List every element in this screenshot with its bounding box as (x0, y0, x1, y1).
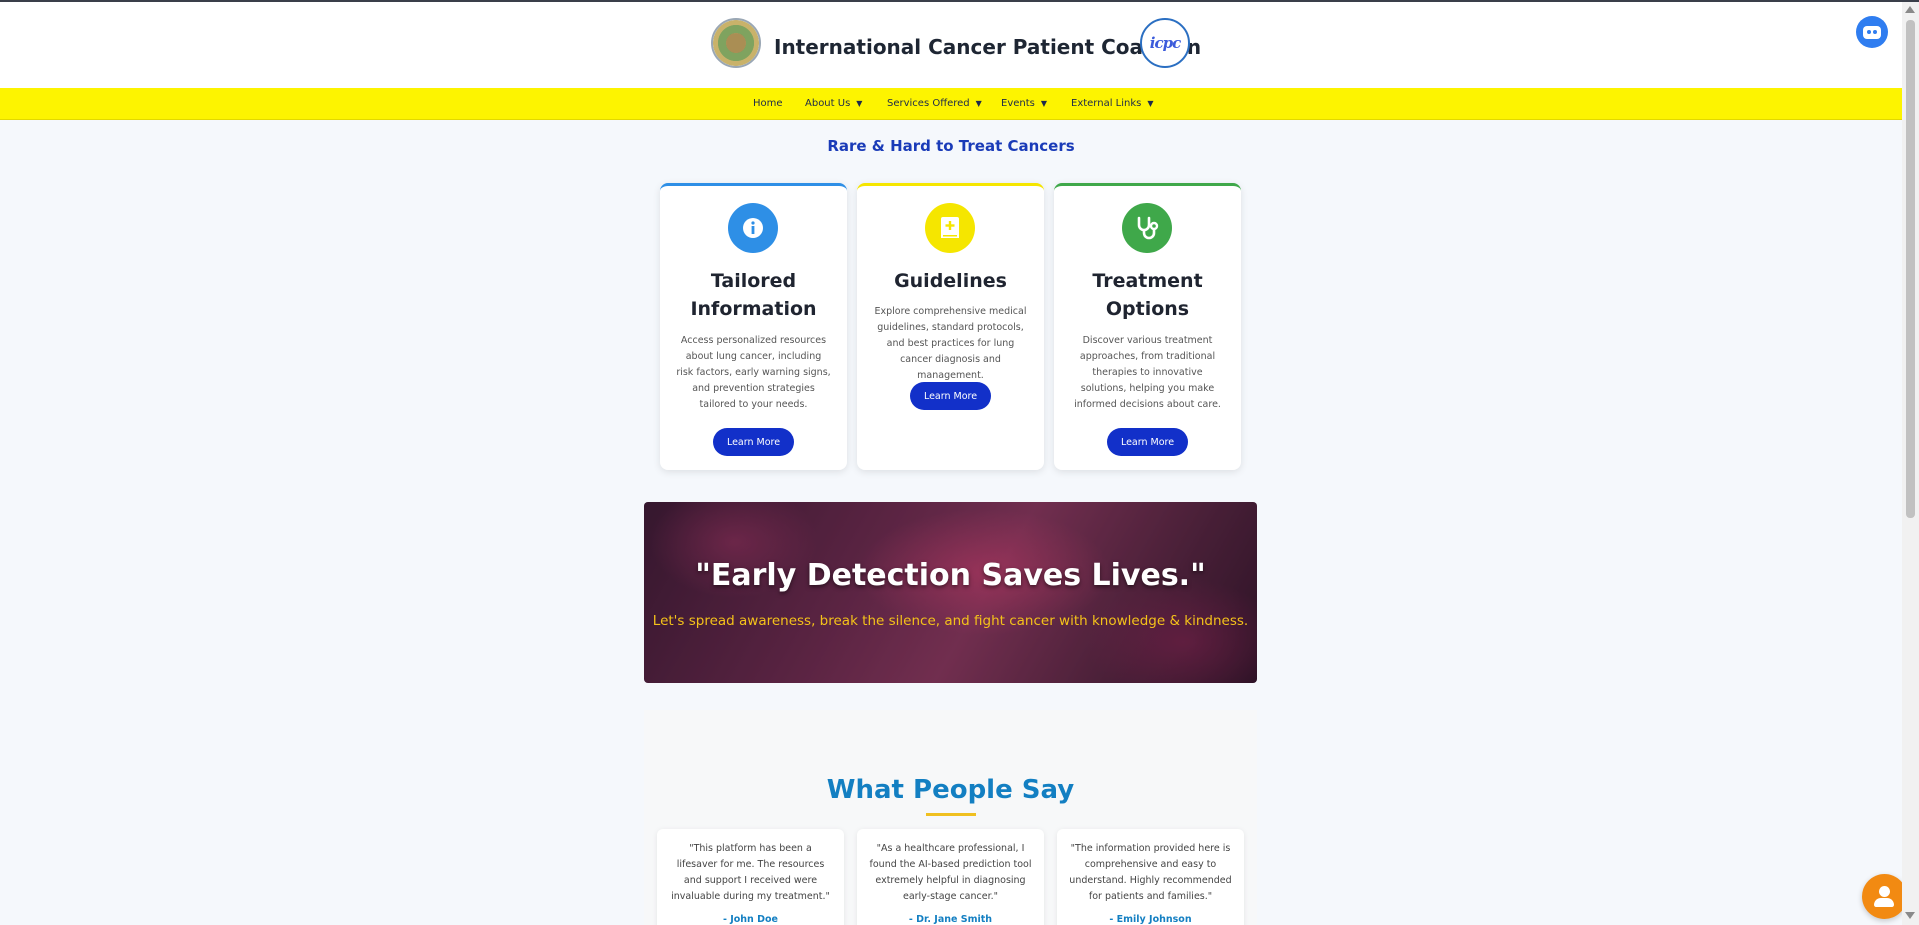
main-navigation: Home About Us ▼ Services Offered ▼ Events ▼… (0, 88, 1902, 120)
testimonial-author: - Emily Johnson (1109, 914, 1192, 925)
chatbot-button[interactable] (1856, 16, 1888, 48)
info-icon (728, 203, 778, 253)
title-underline (926, 813, 976, 816)
icpc-logo[interactable]: icpc (1140, 18, 1190, 68)
stethoscope-icon (1122, 203, 1172, 253)
card-title: Tailored Information (690, 270, 817, 320)
testimonials-section: What People Say "This platform has been … (644, 710, 1257, 925)
testimonial-quote: "The information provided here is compre… (1069, 843, 1232, 902)
banner-subtitle: Let's spread awareness, break the silenc… (652, 613, 1249, 629)
card-description: Access personalized resources about lung… (676, 335, 831, 410)
site-header: International Cancer Patient Coalition i… (0, 2, 1902, 88)
section-title: Rare & Hard to Treat Cancers (827, 137, 1075, 155)
scrollbar-thumb[interactable] (1906, 20, 1915, 518)
user-support-icon-body (1874, 898, 1894, 907)
icpc-logo-text: icpc (1149, 34, 1181, 52)
learn-more-button[interactable]: Learn More (713, 428, 794, 456)
nav-item-label: External Links (1071, 98, 1142, 109)
feature-card-guidelines: Guidelines Explore comprehensive medical… (857, 183, 1044, 470)
testimonial-quote: "This platform has been a lifesaver for … (671, 843, 830, 902)
card-description: Explore comprehensive medical guidelines… (874, 306, 1027, 381)
nav-item-services-offered[interactable]: Services Offered ▼ (887, 98, 982, 109)
card-title: Guidelines (894, 270, 1007, 292)
chevron-down-icon: ▼ (1147, 99, 1154, 108)
scroll-down-arrow-icon[interactable] (1905, 912, 1915, 919)
nav-item-label: Services Offered (887, 98, 970, 109)
nav-item-home[interactable]: Home (753, 98, 783, 109)
learn-more-button[interactable]: Learn More (910, 382, 991, 410)
user-support-icon (1879, 886, 1890, 897)
coalition-seal-logo[interactable] (711, 18, 761, 68)
feature-card-treatment-options: Treatment Options Discover various treat… (1054, 183, 1241, 470)
site-title[interactable]: International Cancer Patient Coalition (774, 35, 1201, 59)
support-chat-button[interactable] (1862, 874, 1907, 919)
nav-item-external-links[interactable]: External Links ▼ (1071, 98, 1154, 109)
medical-book-icon (925, 203, 975, 253)
card-title: Treatment Options (1092, 270, 1203, 320)
testimonial-quote: "As a healthcare professional, I found t… (869, 843, 1032, 902)
testimonial-card: "The information provided here is compre… (1057, 829, 1244, 925)
learn-more-button[interactable]: Learn More (1107, 428, 1188, 456)
robot-icon (1863, 25, 1881, 39)
feature-card-tailored-information: Tailored Information Access personalized… (660, 183, 847, 470)
testimonial-author: - John Doe (722, 914, 778, 925)
testimonial-card: "This platform has been a lifesaver for … (657, 829, 844, 925)
nav-item-label: About Us (805, 98, 851, 109)
chevron-down-icon: ▼ (975, 99, 982, 108)
scroll-up-arrow-icon[interactable] (1905, 6, 1915, 13)
nav-item-about-us[interactable]: About Us ▼ (805, 98, 862, 109)
chevron-down-icon: ▼ (1040, 99, 1048, 108)
nav-item-events[interactable]: Events ▼ (1001, 98, 1047, 109)
awareness-banner: "Early Detection Saves Lives." Let's spr… (644, 502, 1257, 683)
nav-item-label: Home (753, 98, 783, 109)
testimonial-author: - Dr. Jane Smith (908, 914, 993, 925)
testimonial-card: "As a healthcare professional, I found t… (857, 829, 1044, 925)
banner-quote: "Early Detection Saves Lives." (695, 558, 1206, 593)
nav-item-label: Events (1001, 98, 1035, 109)
testimonials-title: What People Say (826, 775, 1075, 805)
chevron-down-icon: ▼ (856, 99, 863, 108)
card-description: Discover various treatment approaches, f… (1074, 335, 1221, 410)
